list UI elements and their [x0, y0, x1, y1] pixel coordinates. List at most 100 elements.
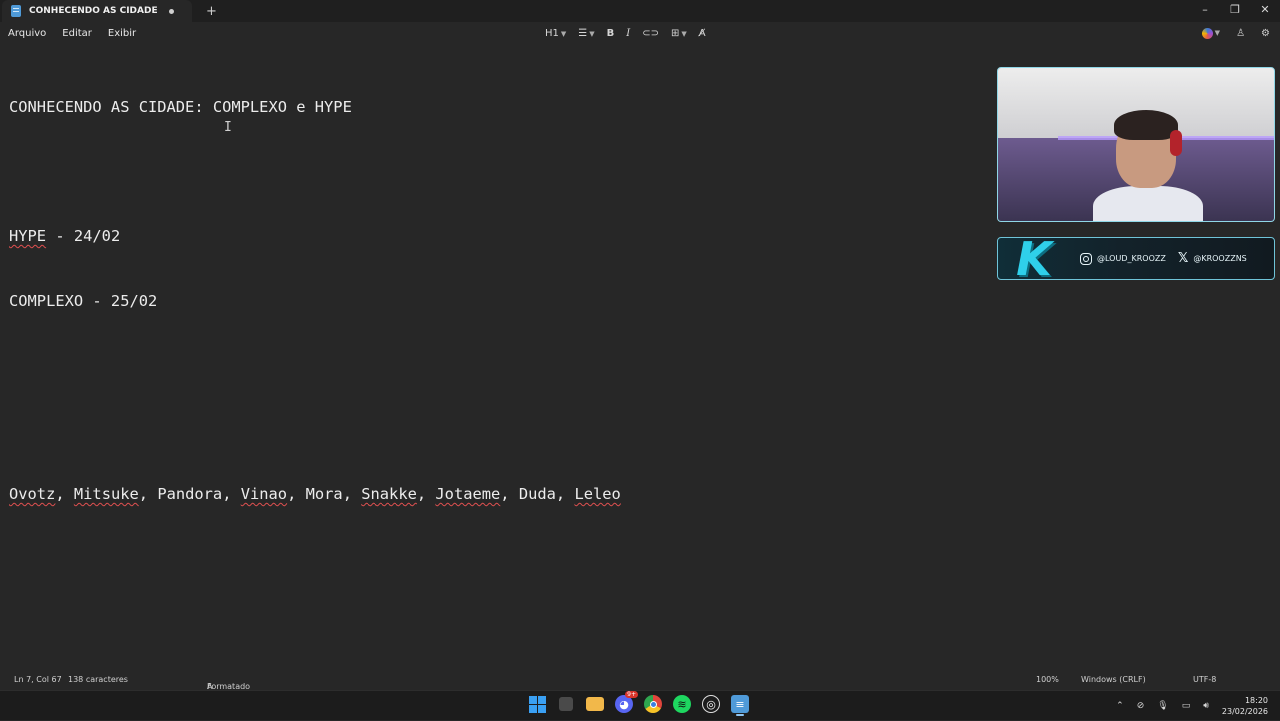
name-word: Mitsuke	[73, 485, 139, 503]
line-names: Ovotz, Mitsuke, Pandora, Vinao, Mora, Sn…	[9, 484, 969, 506]
active-indicator	[736, 714, 744, 716]
copilot-dropdown[interactable]: ▼	[1201, 27, 1221, 39]
chrome-icon[interactable]	[644, 695, 662, 713]
copilot-icon	[1201, 27, 1213, 39]
document-tab[interactable]: CONHECENDO AS CIDADE COMPLI	[2, 0, 192, 22]
minimize-icon[interactable]: –	[1190, 0, 1220, 22]
clock[interactable]: 18:20 23/02/2026	[1222, 695, 1268, 717]
clock-time: 18:20	[1244, 696, 1268, 705]
menu-view[interactable]: Exibir	[100, 28, 144, 39]
close-icon[interactable]: ✕	[1250, 0, 1280, 22]
status-bar: Ln 7, Col 67 138 caracteres A̲ Formatado…	[0, 668, 1280, 691]
chevron-down-icon: ▼	[1214, 29, 1221, 37]
twitter-handle: 𝕏 @KROOZZNS	[1178, 251, 1247, 266]
cursor-position: Ln 7, Col 67	[14, 675, 62, 684]
x-icon: 𝕏	[1177, 251, 1189, 266]
heading-dropdown[interactable]: H1 ▼	[545, 28, 566, 39]
gear-icon[interactable]: ⚙	[1261, 28, 1270, 39]
windows-icon	[528, 695, 546, 713]
webcam-person-body	[1093, 186, 1203, 221]
name-word: Ovotz	[9, 485, 56, 503]
line-title: CONHECENDO AS CIDADE: COMPLEXO e HYPE	[9, 98, 352, 116]
chevron-up-icon[interactable]: ⌃	[1116, 701, 1124, 711]
spotify-icon[interactable]: ≋	[673, 695, 691, 713]
name-separator: ,	[500, 485, 519, 503]
line-ending[interactable]: Windows (CRLF)	[1081, 675, 1146, 684]
line-empty	[9, 355, 969, 377]
instagram-icon	[1080, 252, 1092, 265]
restore-icon[interactable]: ❐	[1220, 0, 1250, 22]
instagram-text: @LOUD_KROOZZ	[1097, 254, 1166, 263]
name-separator: ,	[55, 485, 74, 503]
name-word: Duda	[518, 485, 556, 503]
name-word: Vinao	[240, 485, 288, 503]
clear-formatting-icon[interactable]: A̸	[699, 28, 706, 39]
line-empty	[9, 420, 969, 442]
menu-bar: Arquivo Editar Exibir H1 ▼ ☰ ▼ B I ⊂⊃ ⊞ ▼ A…	[0, 22, 1280, 44]
notepad-icon	[11, 5, 21, 17]
volume-icon[interactable]: 🔊︎	[1203, 701, 1209, 711]
zoom-level[interactable]: 100%	[1036, 675, 1059, 684]
line-complexo: COMPLEXO - 25/02	[9, 291, 158, 310]
start-button[interactable]	[528, 695, 546, 713]
hype-word: HYPE	[9, 227, 47, 245]
system-tray: ⌃ ⊘ 🎙︎ ▭ 🔊︎ 18:20 23/02/2026	[1116, 691, 1280, 721]
menu-edit[interactable]: Editar	[54, 28, 100, 39]
text-cursor-icon: I	[224, 120, 232, 135]
name-word: Jotaeme	[435, 485, 501, 503]
encoding[interactable]: UTF-8	[1193, 675, 1216, 684]
name-separator: ,	[287, 485, 306, 503]
text-editor[interactable]: CONHECENDO AS CIDADE: COMPLEXO e HYPE HY…	[9, 54, 969, 527]
discord-badge: 9+	[625, 691, 638, 698]
webcam-person-hair	[1114, 110, 1178, 140]
char-count: 138 caracteres	[68, 675, 128, 684]
name-separator: ,	[416, 485, 436, 503]
link-icon[interactable]: ⊂⊃	[642, 28, 659, 39]
network-off-icon[interactable]: ⊘	[1137, 701, 1145, 711]
line-hype: HYPE - 24/02	[9, 226, 969, 248]
list-icon: ☰	[578, 27, 588, 39]
window-controls: – ❐ ✕	[1190, 0, 1280, 22]
title-bar: CONHECENDO AS CIDADE COMPLI + – ❐ ✕	[0, 0, 1280, 22]
hype-date: - 24/02	[46, 227, 121, 245]
name-separator: ,	[138, 485, 158, 503]
taskbar: ◕ 9+ ≋ ◎ ≡ ⌃ ⊘ 🎙︎ ▭ 🔊︎ 18:20 23/02/2026	[0, 690, 1280, 720]
name-word: Leleo	[574, 485, 621, 503]
unsaved-dot-icon[interactable]	[169, 8, 174, 14]
taskbar-apps: ◕ 9+ ≋ ◎ ≡	[528, 691, 749, 716]
heading-label: H1	[545, 27, 559, 39]
account-icon[interactable]: ♙	[1236, 28, 1245, 39]
twitter-text: @KROOZZNS	[1193, 254, 1247, 263]
display-icon[interactable]: ▭	[1182, 701, 1191, 711]
notepad-taskbar-icon[interactable]: ≡	[731, 695, 749, 716]
right-tools: ▼ ♙ ⚙	[1201, 22, 1270, 44]
name-separator: ,	[555, 485, 575, 503]
name-word: Mora	[305, 485, 343, 503]
obs-icon[interactable]: ◎	[702, 695, 720, 713]
discord-icon[interactable]: ◕ 9+	[615, 691, 638, 713]
name-word: Snakke	[361, 485, 417, 503]
list-dropdown[interactable]: ☰ ▼	[578, 28, 594, 39]
line-empty	[9, 162, 969, 184]
bold-icon[interactable]: B	[607, 28, 615, 39]
menu-file[interactable]: Arquivo	[0, 28, 54, 39]
streamer-logo: K	[1016, 231, 1052, 286]
task-view-icon[interactable]	[559, 697, 573, 711]
chevron-down-icon: ▼	[589, 29, 595, 38]
webcam-overlay	[997, 67, 1275, 222]
name-separator: ,	[222, 485, 241, 503]
italic-icon[interactable]: I	[626, 28, 630, 39]
instagram-handle: @LOUD_KROOZZ	[1080, 252, 1166, 265]
tab-title: CONHECENDO AS CIDADE COMPLI	[29, 6, 161, 16]
new-tab-icon[interactable]: +	[206, 4, 217, 19]
webcam-headset	[1170, 130, 1182, 156]
microphone-icon[interactable]: 🎙︎	[1157, 701, 1168, 711]
clock-date: 23/02/2026	[1221, 707, 1268, 716]
table-icon: ⊞	[670, 27, 680, 39]
social-overlay: K @LOUD_KROOZZ 𝕏 @KROOZZNS	[997, 231, 1275, 286]
table-dropdown[interactable]: ⊞ ▼	[671, 28, 687, 39]
name-separator: ,	[342, 485, 362, 503]
name-word: Pandora	[157, 485, 223, 503]
file-explorer-icon[interactable]	[586, 697, 604, 711]
chevron-down-icon: ▼	[681, 29, 687, 38]
